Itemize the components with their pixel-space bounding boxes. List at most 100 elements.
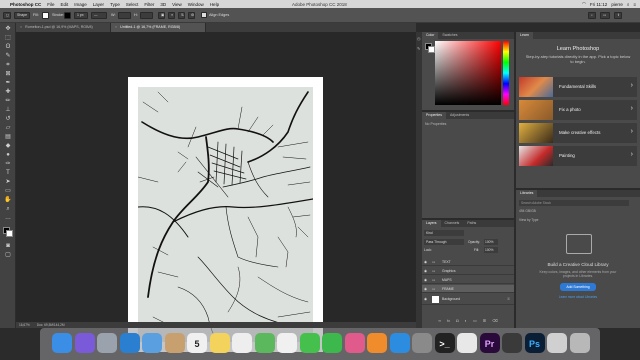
dock-siri-icon[interactable]: [74, 333, 95, 353]
view-by-select[interactable]: View by Type: [519, 218, 539, 222]
tool-preset-icon[interactable]: ◻: [3, 12, 11, 19]
menu-edit[interactable]: Edit: [61, 2, 69, 7]
layer-row[interactable]: ◉ ▭ FRAME: [422, 285, 514, 293]
menu-list-icon[interactable]: ≡: [633, 2, 636, 7]
dock-ibooks-icon[interactable]: [367, 333, 387, 353]
dock-chrome-icon[interactable]: [457, 333, 477, 353]
blend-mode-select[interactable]: Pass Through: [424, 239, 464, 245]
dock-photos-icon[interactable]: [277, 333, 297, 353]
share-icon[interactable]: ⇪: [614, 12, 622, 19]
close-icon[interactable]: ×: [20, 25, 22, 29]
user-name[interactable]: pierre: [611, 2, 623, 7]
dock-launchpad-icon[interactable]: [97, 333, 117, 353]
dock-app-store-icon[interactable]: [389, 333, 410, 353]
library-search-input[interactable]: Search Adobe Stock: [519, 200, 629, 206]
menu-help[interactable]: Help: [210, 2, 219, 7]
history-icon[interactable]: ◷: [417, 36, 421, 41]
dock-trash-icon[interactable]: [569, 333, 590, 353]
tab-channels[interactable]: Channels: [441, 220, 464, 227]
group-icon[interactable]: ▭: [473, 318, 477, 326]
clock[interactable]: Fri 11:12: [590, 2, 607, 7]
menu-image[interactable]: Image: [74, 2, 87, 7]
path-arrange-icon[interactable]: ⇅: [178, 12, 185, 19]
visibility-eye-icon[interactable]: ◉: [424, 294, 427, 305]
new-layer-icon[interactable]: ⊞: [483, 318, 486, 326]
crop-tool-icon[interactable]: ⌗: [3, 62, 13, 69]
move-tool-icon[interactable]: ✥: [3, 26, 13, 33]
document-canvas[interactable]: [128, 77, 323, 352]
menu-filter[interactable]: Filter: [144, 2, 154, 7]
width-input[interactable]: [118, 12, 131, 19]
canvas-area[interactable]: [16, 32, 416, 352]
spotlight-icon[interactable]: ⌕: [627, 2, 630, 7]
menu-select[interactable]: Select: [126, 2, 139, 7]
quick-mask-icon[interactable]: ◙: [3, 243, 13, 250]
link-icon[interactable]: ∞: [438, 318, 441, 326]
frame-tool-icon[interactable]: ⊠: [3, 71, 13, 78]
menu-3d[interactable]: 3D: [160, 2, 166, 7]
tab-adjustments[interactable]: Adjustments: [446, 112, 473, 119]
healing-tool-icon[interactable]: ✚: [3, 89, 13, 96]
zoom-level[interactable]: 16,67%: [19, 323, 30, 327]
type-tool-icon[interactable]: T: [3, 170, 13, 177]
height-input[interactable]: [140, 12, 153, 19]
lasso-tool-icon[interactable]: ʘ: [3, 44, 13, 51]
adjustment-icon[interactable]: ◐: [465, 318, 467, 326]
more-tools-icon[interactable]: …: [3, 215, 13, 222]
tab-color[interactable]: Color: [422, 32, 439, 39]
fill-input[interactable]: 100%: [484, 247, 498, 253]
close-icon[interactable]: ×: [115, 25, 117, 29]
tab-swatches[interactable]: Swatches: [438, 32, 461, 39]
workspace-icon[interactable]: ▭: [600, 12, 610, 19]
dock-files-icon[interactable]: [547, 333, 567, 353]
shape-tool-icon[interactable]: ▭: [3, 188, 13, 195]
marquee-tool-icon[interactable]: ⬚: [3, 35, 13, 42]
dock-reminders-icon[interactable]: [232, 333, 252, 353]
history-brush-tool-icon[interactable]: ↺: [3, 116, 13, 123]
layer-row[interactable]: ◉ ▭ Graphics: [422, 267, 514, 275]
dock-premiere-icon[interactable]: Pr: [479, 333, 500, 353]
path-select-tool-icon[interactable]: ➤: [3, 179, 13, 186]
visibility-eye-icon[interactable]: ◉: [424, 258, 427, 266]
tab-untitled[interactable]: × Untitled-1 @ 16,7% (FRAME, RGB/8): [111, 23, 206, 32]
quick-select-tool-icon[interactable]: ✎: [3, 53, 13, 60]
app-menu[interactable]: Photoshop CC: [10, 2, 41, 7]
hue-slider[interactable]: [503, 41, 509, 105]
learn-topic-fix-a-photo[interactable]: Fix a photo ›: [519, 100, 637, 120]
dock-finder-icon[interactable]: [52, 333, 72, 353]
menu-window[interactable]: Window: [188, 2, 204, 7]
mask-icon[interactable]: ◘: [456, 318, 458, 326]
tab-paths[interactable]: Paths: [463, 220, 480, 227]
dock-maps-icon[interactable]: [254, 333, 275, 353]
learn-more-link[interactable]: Learn more about Libraries: [516, 295, 640, 299]
dodge-tool-icon[interactable]: ●: [3, 152, 13, 159]
shape-mode-select[interactable]: Shape: [14, 12, 30, 19]
dock-notes-icon[interactable]: [209, 333, 230, 353]
stroke-type-select[interactable]: —: [91, 12, 107, 19]
stroke-swatch[interactable]: [64, 12, 71, 19]
search-icon[interactable]: ⌕: [588, 12, 596, 19]
tab-libraries[interactable]: Libraries: [516, 190, 538, 197]
pen-tool-icon[interactable]: ✑: [3, 161, 13, 168]
dock-messages-icon[interactable]: [299, 333, 320, 353]
visibility-eye-icon[interactable]: ◉: [424, 267, 427, 275]
visibility-eye-icon[interactable]: ◉: [424, 276, 427, 284]
path-ops-icon[interactable]: ▣: [158, 12, 165, 19]
layer-row[interactable]: ◉ Background ⚿: [422, 294, 514, 305]
layer-row[interactable]: ◉ ▭ TEXT: [422, 258, 514, 266]
menu-file[interactable]: File: [47, 2, 54, 7]
brush-tool-icon[interactable]: ✏: [3, 98, 13, 105]
tab-rumelton[interactable]: × Rumelton-1.psd @ 16,9% (MAPS, RGB/8): [16, 23, 111, 32]
visibility-eye-icon[interactable]: ◉: [424, 285, 427, 293]
gradient-tool-icon[interactable]: ▤: [3, 134, 13, 141]
menu-layer[interactable]: Layer: [93, 2, 104, 7]
layer-row[interactable]: ◉ ▭ MAPS: [422, 276, 514, 284]
tab-learn[interactable]: Learn: [516, 32, 533, 39]
clone-stamp-tool-icon[interactable]: ⊥: [3, 107, 13, 114]
opacity-input[interactable]: 100%: [484, 239, 498, 245]
dock-system-preferences-icon[interactable]: [412, 333, 432, 353]
dock-itunes-icon[interactable]: [344, 333, 365, 353]
settings-gear-icon[interactable]: ⚙: [188, 12, 195, 19]
hand-tool-icon[interactable]: ✋: [3, 197, 13, 204]
color-picker-field[interactable]: [435, 41, 501, 105]
